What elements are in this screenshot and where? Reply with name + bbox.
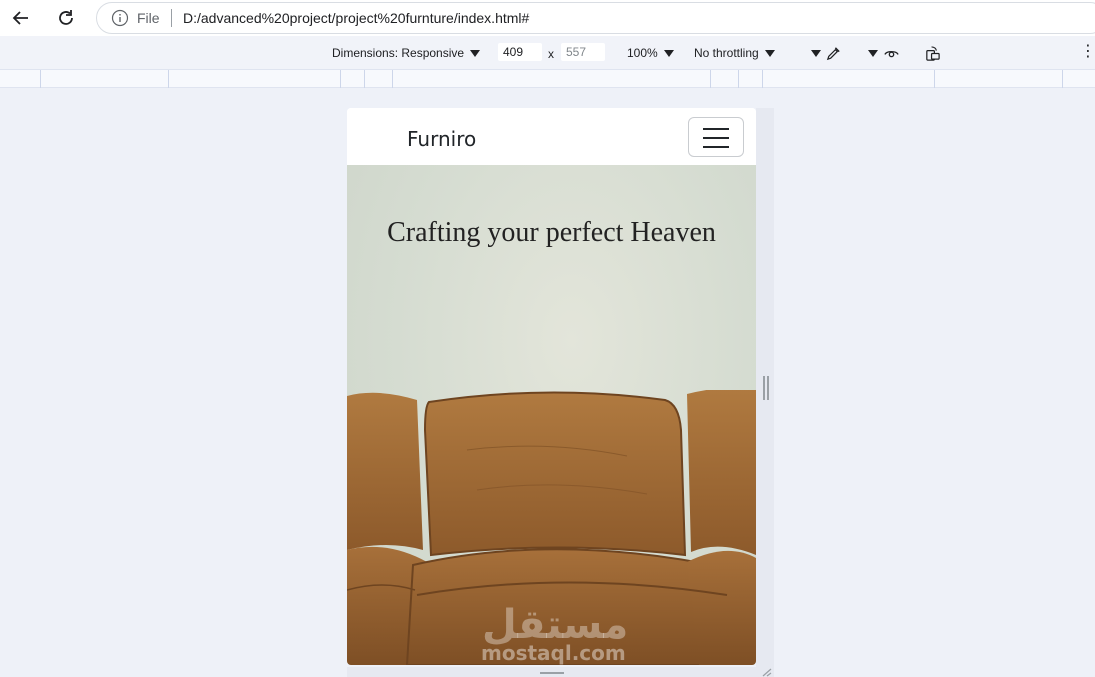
height-input[interactable]: 557 bbox=[561, 43, 605, 61]
watermark-latin: mostaql.com bbox=[481, 641, 626, 665]
caret-down-icon bbox=[764, 50, 775, 58]
ruler-tick bbox=[340, 70, 341, 88]
eyedropper-icon bbox=[826, 46, 840, 60]
hero-section: Crafting your perfect Heaven bbox=[347, 165, 756, 665]
caret-down-icon bbox=[868, 49, 878, 57]
eyedropper-button[interactable] bbox=[824, 44, 842, 62]
site-navbar: Furniro bbox=[347, 108, 756, 165]
zoom-dropdown[interactable]: 100% bbox=[627, 46, 674, 60]
address-bar[interactable]: File D:/advanced%20project/project%20fur… bbox=[96, 2, 1095, 34]
media-query-ruler[interactable] bbox=[0, 69, 1095, 88]
hamburger-icon-line bbox=[703, 137, 729, 139]
url-text[interactable]: D:/advanced%20project/project%20furnture… bbox=[183, 10, 529, 26]
dimension-separator: x bbox=[548, 47, 554, 61]
ruler-tick bbox=[392, 70, 393, 88]
width-input[interactable]: 409 bbox=[498, 43, 542, 61]
hero-title: Crafting your perfect Heaven bbox=[387, 217, 716, 248]
arrow-left-icon bbox=[12, 11, 28, 25]
more-options-dropdown[interactable] bbox=[804, 44, 822, 62]
caret-down-icon bbox=[470, 50, 481, 58]
eye-icon bbox=[883, 50, 899, 57]
resize-handle-bottom[interactable] bbox=[540, 672, 564, 674]
device-viewport: Furniro Crafting your perfect Heaven bbox=[347, 108, 756, 665]
kebab-menu-icon[interactable]: ⋮ bbox=[1080, 44, 1095, 60]
caret-down-icon bbox=[663, 50, 674, 58]
zoom-label: 100% bbox=[627, 46, 658, 60]
hamburger-icon-line bbox=[703, 128, 729, 130]
navbar-toggler-button[interactable] bbox=[688, 117, 744, 157]
browser-top-bar: File D:/advanced%20project/project%20fur… bbox=[0, 0, 1095, 36]
resize-handle-right[interactable] bbox=[763, 376, 769, 400]
throttling-dropdown[interactable]: No throttling bbox=[694, 46, 775, 60]
vision-deficiency-dropdown[interactable] bbox=[861, 44, 879, 62]
rotate-device-icon bbox=[925, 45, 940, 61]
address-separator bbox=[171, 9, 172, 27]
vision-button[interactable] bbox=[882, 44, 900, 62]
rotate-button[interactable] bbox=[923, 44, 941, 62]
ruler-tick bbox=[40, 70, 41, 88]
dimensions-dropdown[interactable]: Dimensions: Responsive bbox=[332, 46, 481, 60]
caret-down-icon bbox=[811, 49, 821, 57]
ruler-tick bbox=[762, 70, 763, 88]
ruler-tick bbox=[168, 70, 169, 88]
reload-icon bbox=[59, 10, 73, 25]
file-scheme-label: File bbox=[137, 10, 160, 26]
site-brand[interactable]: Furniro bbox=[407, 127, 476, 151]
ruler-tick bbox=[1062, 70, 1063, 88]
throttling-label: No throttling bbox=[694, 46, 759, 60]
ruler-tick bbox=[934, 70, 935, 88]
dimensions-label: Dimensions: Responsive bbox=[332, 46, 465, 60]
info-icon[interactable] bbox=[111, 9, 129, 27]
back-button[interactable] bbox=[8, 5, 34, 31]
device-toolbar: Dimensions: Responsive 409 x 557 100% No… bbox=[0, 36, 1095, 69]
ruler-tick bbox=[364, 70, 365, 88]
reload-button[interactable] bbox=[53, 5, 79, 31]
ruler-tick bbox=[710, 70, 711, 88]
hamburger-icon-line bbox=[703, 146, 729, 148]
ruler-tick bbox=[738, 70, 739, 88]
resize-corner-icon[interactable] bbox=[762, 668, 772, 677]
